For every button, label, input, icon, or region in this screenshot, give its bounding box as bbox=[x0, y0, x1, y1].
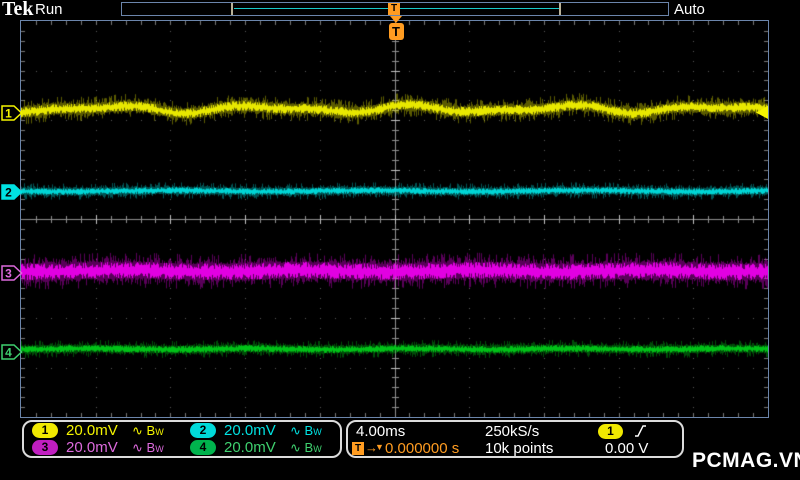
trigger-source-badge[interactable]: 1 bbox=[598, 424, 623, 439]
record-window-right-divider bbox=[559, 3, 561, 15]
svg-text:2: 2 bbox=[5, 186, 12, 200]
channel-4-badge[interactable]: 4 bbox=[190, 440, 216, 455]
tek-logo: Tek bbox=[2, 0, 34, 20]
channel-4-readout[interactable]: 4 20.0mV ∿ BW bbox=[182, 439, 340, 456]
ac-coupling-icon: ∿ bbox=[290, 440, 301, 455]
ac-coupling-icon: ∿ bbox=[290, 423, 301, 438]
bandwidth-limit-icon: BW bbox=[146, 423, 164, 438]
channel-4-position-marker[interactable]: 4 bbox=[1, 344, 23, 360]
bandwidth-limit-icon: BW bbox=[146, 440, 164, 455]
channel-4-scale: 20.0mV bbox=[224, 439, 276, 456]
bandwidth-limit-icon: BW bbox=[304, 440, 322, 455]
channel-1-scale: 20.0mV bbox=[66, 422, 118, 439]
bandwidth-limit-icon: BW bbox=[304, 423, 322, 438]
oscilloscope-screen: Tek Run T Auto T 1 2 3 4 1 20.0mV ∿ BW 2… bbox=[0, 0, 800, 480]
channel-3-position-marker[interactable]: 3 bbox=[1, 265, 23, 281]
trigger-position-t-icon: T bbox=[388, 23, 404, 40]
channel-3-readout[interactable]: 3 20.0mV ∿ BW bbox=[24, 439, 182, 456]
trigger-level-value: 0.00 V bbox=[605, 440, 649, 457]
horizontal-trigger-readout-box[interactable]: 4.00ms 250kS/s 1 T → ▼ 0.000000 s 10k po… bbox=[346, 420, 684, 458]
trigger-position-bar-marker: T bbox=[388, 3, 400, 15]
svg-text:1: 1 bbox=[5, 107, 12, 121]
channel-readout-box: 1 20.0mV ∿ BW 2 20.0mV ∿ BW 3 20.0mV ∿ B… bbox=[22, 420, 342, 458]
acquisition-preview-bar: T bbox=[121, 2, 669, 16]
channel-readout-row-1: 1 20.0mV ∿ BW 2 20.0mV ∿ BW bbox=[24, 422, 340, 439]
channel-3-scale: 20.0mV bbox=[66, 439, 118, 456]
trigger-position-arrow-icon bbox=[390, 16, 402, 23]
channel-2-position-marker[interactable]: 2 bbox=[1, 184, 23, 200]
trigger-marker-icon: ▼ bbox=[375, 442, 384, 452]
svg-text:3: 3 bbox=[5, 267, 12, 281]
waveform-display bbox=[20, 20, 769, 418]
channel-2-readout[interactable]: 2 20.0mV ∿ BW bbox=[182, 422, 340, 439]
svg-text:4: 4 bbox=[5, 346, 12, 360]
trigger-position-marker[interactable]: T bbox=[388, 16, 404, 40]
channel-4-coupling-bw-icons: ∿ BW bbox=[290, 439, 322, 458]
channel-1-position-marker[interactable]: 1 bbox=[1, 105, 23, 121]
ac-coupling-icon: ∿ bbox=[132, 423, 143, 438]
channel-1-badge[interactable]: 1 bbox=[32, 423, 58, 438]
channel-3-coupling-bw-icons: ∿ BW bbox=[132, 439, 164, 458]
channel-2-badge[interactable]: 2 bbox=[190, 423, 216, 438]
channel-2-scale: 20.0mV bbox=[224, 422, 276, 439]
trace-canvas bbox=[21, 21, 768, 417]
sample-rate: 250kS/s bbox=[485, 423, 540, 440]
record-length: 10k points bbox=[485, 440, 554, 457]
acquisition-state: Run bbox=[35, 1, 63, 18]
trigger-t-icon: T bbox=[352, 442, 364, 455]
channel-1-readout[interactable]: 1 20.0mV ∿ BW bbox=[24, 422, 182, 439]
trigger-slope-rising-icon bbox=[635, 425, 646, 437]
record-window-left-divider bbox=[231, 3, 233, 15]
trigger-mode-label: Auto bbox=[674, 1, 705, 18]
trigger-level-arrow-icon[interactable] bbox=[756, 106, 769, 119]
channel-readout-row-2: 3 20.0mV ∿ BW 4 20.0mV ∿ BW bbox=[24, 439, 340, 456]
watermark: PCMAG.VN bbox=[692, 449, 800, 472]
channel-3-badge[interactable]: 3 bbox=[32, 440, 58, 455]
ac-coupling-icon: ∿ bbox=[132, 440, 143, 455]
trigger-position-value: 0.000000 s bbox=[385, 440, 460, 457]
horizontal-scale: 4.00ms bbox=[356, 423, 406, 440]
